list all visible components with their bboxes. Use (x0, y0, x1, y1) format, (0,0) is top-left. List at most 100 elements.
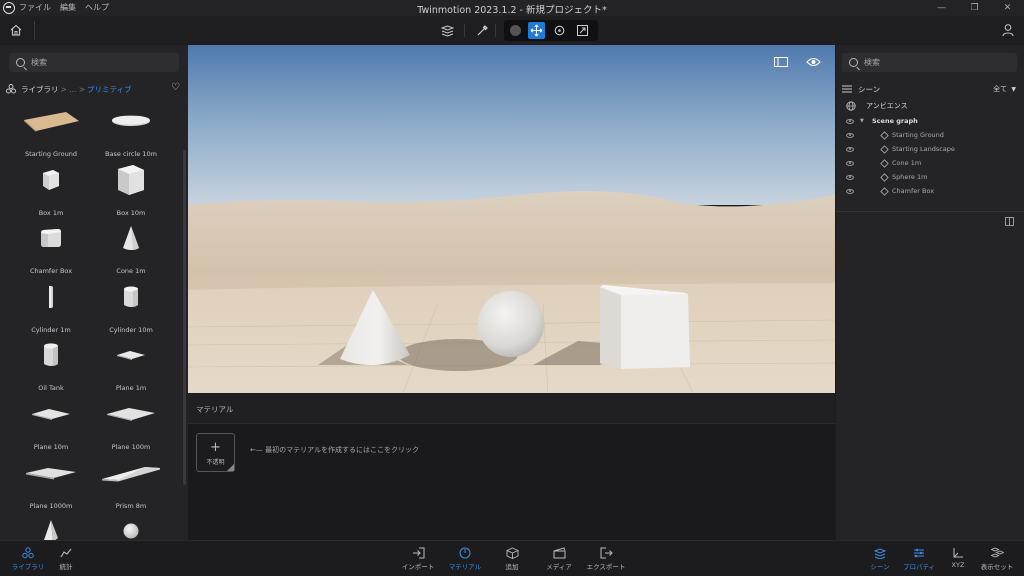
sphere-object[interactable] (478, 291, 544, 357)
sky (188, 45, 835, 205)
plane-huge-icon (6, 452, 96, 494)
eye-icon[interactable] (846, 146, 854, 152)
library-item[interactable]: Cylinder 1m (6, 276, 96, 334)
dock-add-button[interactable]: 追加 (487, 545, 537, 575)
dock-media-button[interactable]: メディア (534, 545, 584, 575)
library-item[interactable]: Cone 1m (86, 217, 176, 275)
layers-icon[interactable] (439, 22, 456, 39)
library-item[interactable] (86, 510, 176, 540)
object-node-icon (880, 130, 889, 140)
library-item[interactable] (6, 510, 96, 540)
user-icon[interactable] (1001, 23, 1015, 37)
top-toolbar (0, 16, 1024, 45)
object-node-icon (880, 158, 889, 168)
library-item[interactable]: Plane 1m (86, 334, 176, 392)
library-panel: 検索 ライブラリ > ... > プリミティブ ♡ Starting Groun… (0, 45, 188, 540)
scene-object-row[interactable]: Starting Landscape (836, 142, 1024, 156)
breadcrumb-separator[interactable]: > ... > (61, 85, 86, 94)
cone-icon (86, 217, 176, 259)
material-sphere-icon (459, 546, 471, 559)
viewport-overlay-icons (774, 57, 821, 67)
dock-import-button[interactable]: インポート (393, 545, 443, 575)
library-item[interactable]: Box 10m (86, 159, 176, 217)
list-icon (842, 85, 852, 93)
plane-medium-icon (6, 393, 96, 435)
box-small-icon (6, 159, 96, 201)
scene-object-row[interactable]: Starting Ground (836, 128, 1024, 142)
dock-materials-button[interactable]: マテリアル (440, 545, 490, 575)
scale-tool-icon[interactable] (574, 22, 591, 39)
library-scrollbar[interactable] (183, 150, 186, 485)
tree-ambience-label: アンビエンス (866, 102, 908, 110)
scene-object-row[interactable]: Cone 1m (836, 156, 1024, 170)
close-button[interactable]: ✕ (991, 0, 1024, 16)
library-item[interactable]: Oil Tank (6, 334, 96, 392)
library-item[interactable]: Plane 10m (6, 393, 96, 451)
library-search-input[interactable]: 検索 (9, 53, 179, 72)
scene-search-input[interactable]: 検索 (842, 53, 1017, 72)
materials-hint: ←— 最初のマテリアルを作成するにはここをクリック (250, 446, 420, 454)
library-icon (22, 546, 34, 558)
cylinder-icon (86, 276, 176, 318)
library-item[interactable]: Plane 1000m (6, 452, 96, 510)
expand-arrow-icon[interactable]: ▼ (860, 118, 864, 124)
eyedropper-icon[interactable] (474, 22, 491, 39)
chamfer-box-object[interactable] (600, 285, 690, 369)
dock-add-label: 追加 (505, 563, 519, 571)
dock-display-set-button[interactable]: 表示セット (972, 545, 1022, 575)
visibility-eye-icon[interactable] (806, 57, 821, 67)
scene-object-row[interactable]: Chamfer Box (836, 184, 1024, 198)
maximize-button[interactable]: ❐ (958, 0, 991, 16)
search-icon (849, 58, 858, 67)
library-item[interactable]: Cylinder 10m (86, 276, 176, 334)
scene-object-row[interactable]: Sphere 1m (836, 170, 1024, 184)
scene-object-label: Chamfer Box (892, 187, 935, 195)
menu-edit[interactable]: 編集 (60, 2, 76, 13)
plane-large-icon (86, 393, 176, 435)
plane-small-icon (86, 334, 176, 376)
library-item-label: Plane 1m (115, 384, 147, 393)
library-item[interactable]: Box 1m (6, 159, 96, 217)
import-icon (412, 547, 424, 558)
eye-icon[interactable] (846, 160, 854, 166)
move-tool-icon[interactable] (528, 22, 545, 39)
library-item-label: Plane 1000m (29, 501, 73, 510)
cylinder-thin-icon (6, 276, 96, 318)
eye-icon[interactable] (846, 188, 854, 194)
tree-ambience[interactable]: アンビエンス (836, 99, 1024, 113)
library-item[interactable]: Base circle 10m (86, 100, 176, 158)
eye-icon[interactable] (846, 132, 854, 138)
clapboard-icon (553, 546, 565, 558)
scene-filter-dropdown[interactable]: 全て ▼ (993, 84, 1016, 94)
library-breadcrumb: ライブラリ > ... > プリミティブ (6, 82, 181, 96)
rotate-tool-icon[interactable] (551, 22, 568, 39)
home-icon[interactable] (9, 23, 23, 37)
dock-display-set-label: 表示セット (980, 563, 1014, 571)
breadcrumb-root[interactable]: ライブラリ (21, 84, 59, 95)
materials-header: マテリアル (188, 393, 835, 424)
menu-file[interactable]: ファイル (19, 2, 51, 13)
add-material-button[interactable]: + 不透明 (196, 433, 235, 472)
eye-icon[interactable] (846, 118, 854, 124)
library-item-label: Box 1m (38, 208, 64, 217)
panel-layout-icon[interactable] (774, 57, 788, 67)
panel-toggle-icon[interactable] (1005, 217, 1014, 226)
window-title: Twinmotion 2023.1.2 - 新規プロジェクト* (417, 5, 607, 16)
library-item[interactable]: Plane 100m (86, 393, 176, 451)
3d-viewport[interactable] (188, 45, 835, 393)
library-item[interactable]: Chamfer Box (6, 217, 96, 275)
dock-export-button[interactable]: エクスポート (581, 545, 631, 575)
select-tool-icon[interactable] (507, 22, 524, 39)
library-item[interactable]: Starting Ground (6, 100, 96, 158)
favorite-heart-icon[interactable]: ♡ (171, 82, 180, 93)
scene-filter-value: 全て (993, 85, 1008, 93)
tree-scene-graph[interactable]: ▼ Scene graph (836, 114, 1024, 128)
minimize-button[interactable]: — (925, 0, 958, 16)
eye-icon[interactable] (846, 174, 854, 180)
dock-stats-button[interactable]: 統計 (41, 545, 91, 575)
scene-header: シーン (842, 82, 1018, 96)
sphere-icon (86, 510, 176, 540)
library-item[interactable]: Prism 8m (86, 452, 176, 510)
prism-icon (86, 452, 176, 494)
menu-help[interactable]: ヘルプ (85, 2, 109, 13)
